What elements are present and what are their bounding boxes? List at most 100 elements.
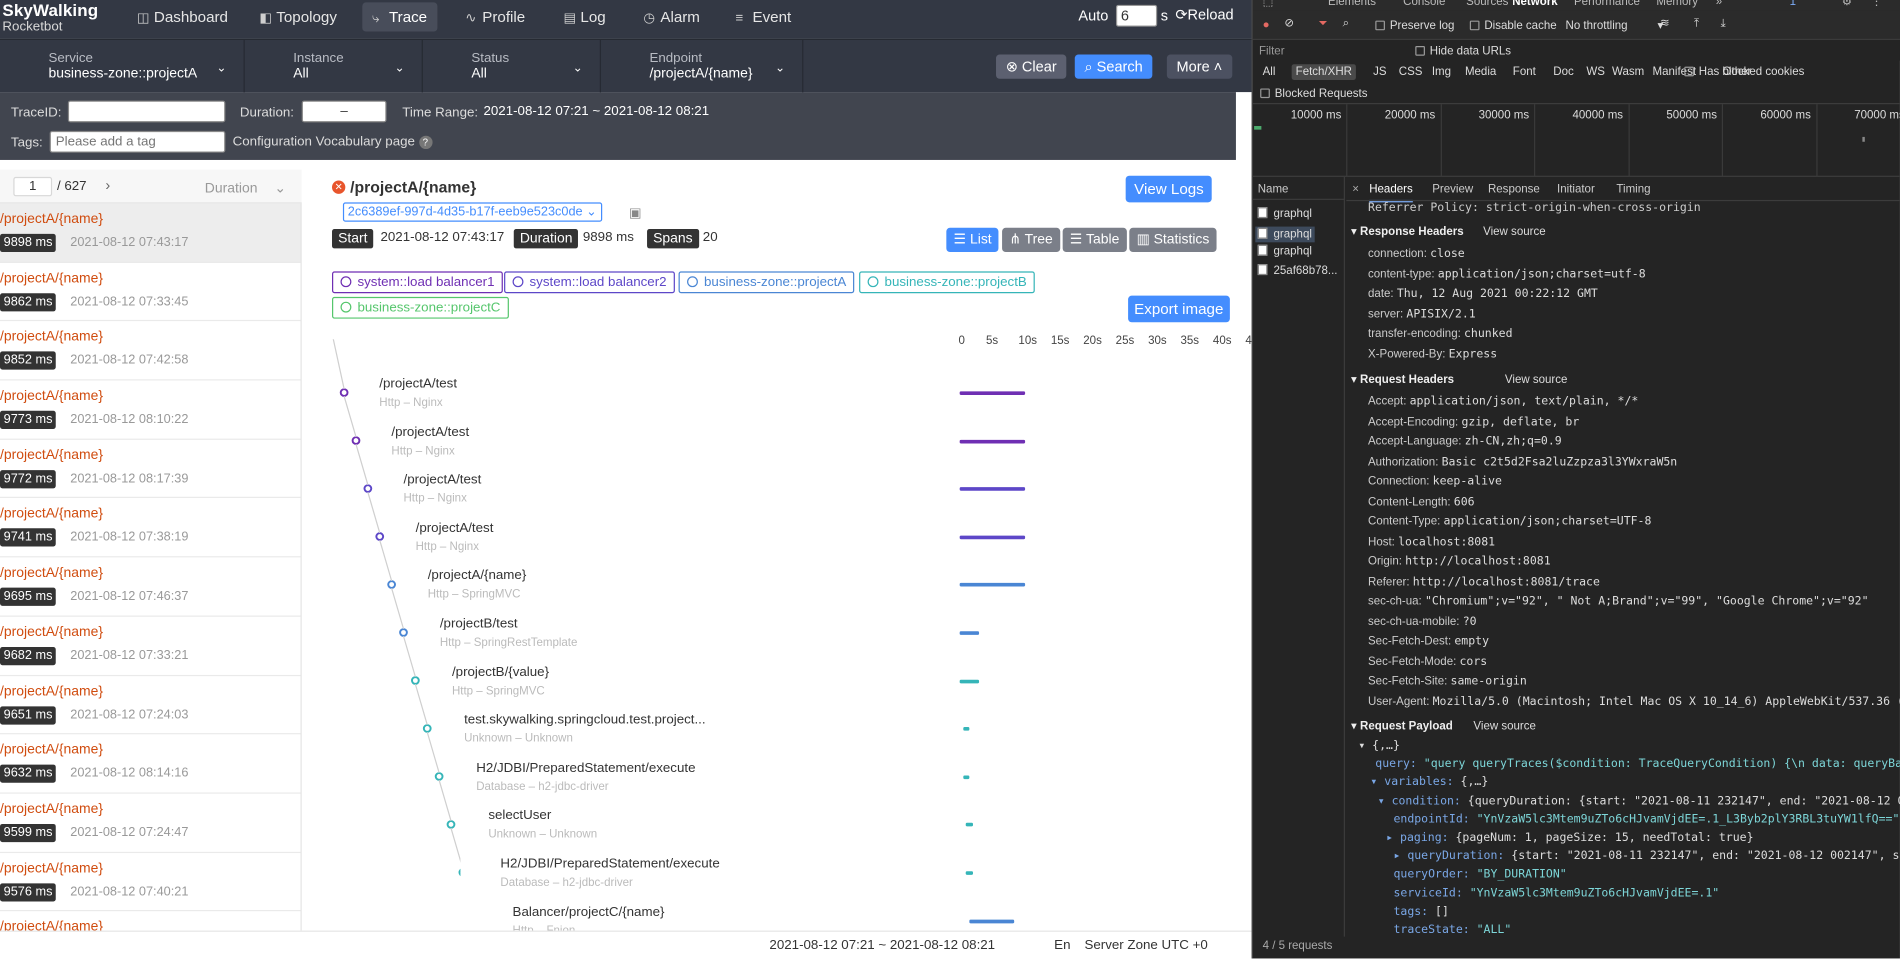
- trace-list-item[interactable]: /projectA/{name} 9576 ms 2021-08-12 07:40:…: [0, 853, 301, 912]
- trace-list-item[interactable]: /projectA/{name} 9773 ms 2021-08-12 08:10:…: [0, 381, 301, 440]
- resource-type-media[interactable]: Media: [1461, 64, 1500, 80]
- tab-network[interactable]: Network: [1512, 0, 1557, 8]
- upload-icon[interactable]: ⤒: [1694, 17, 1699, 30]
- span-duration-bar[interactable]: [959, 535, 1025, 539]
- payload-line[interactable]: traceState: "ALL": [1393, 923, 1511, 936]
- service-legend-item[interactable]: business-zone::projectB: [859, 271, 1036, 294]
- service-legend-item[interactable]: system::load balancer1: [332, 271, 504, 294]
- clear-icon[interactable]: ⊘: [1284, 17, 1294, 30]
- download-icon[interactable]: ⤓: [1721, 17, 1726, 30]
- message-badge[interactable]: 1: [1790, 0, 1796, 8]
- preserve-log-checkbox[interactable]: Preserve log: [1375, 19, 1454, 33]
- detail-tab-initiator[interactable]: Initiator: [1557, 183, 1595, 196]
- span-duration-bar[interactable]: [959, 631, 980, 635]
- trace-list-item[interactable]: /projectA/{name} 9898 ms 2021-08-12 07:43:…: [0, 203, 301, 263]
- view-source-link[interactable]: View source: [1473, 720, 1535, 733]
- next-page-icon[interactable]: ›: [105, 177, 110, 194]
- resource-type-wasm[interactable]: Wasm: [1608, 64, 1647, 80]
- tab-sources[interactable]: Sources: [1466, 0, 1508, 8]
- trace-list-item[interactable]: /projectA/{name} 9651 ms 2021-08-12 07:24:…: [0, 676, 301, 735]
- language-toggle[interactable]: En: [1054, 938, 1070, 953]
- record-icon[interactable]: ●: [1263, 18, 1270, 31]
- tags-input[interactable]: [49, 130, 226, 153]
- payload-line[interactable]: ▾ condition: {queryDuration: {start: "20…: [1378, 794, 1900, 807]
- payload-line[interactable]: query: "query queryTraces($condition: Tr…: [1375, 758, 1900, 771]
- tab-memory[interactable]: Memory: [1656, 0, 1698, 8]
- payload-line[interactable]: endpointId: "YnVzaW5lc3Mtem9uZTo6cHJvamV…: [1393, 813, 1899, 826]
- clear-button[interactable]: ⊗ Clear: [996, 54, 1067, 79]
- filter-icon[interactable]: ⏷: [1318, 17, 1327, 30]
- view-tree-button[interactable]: ⋔ Tree: [1002, 227, 1061, 253]
- payload-line[interactable]: serviceId: "YnVzaW5lc3Mtem9uZTo6cHJvamVj…: [1393, 886, 1719, 899]
- search-icon[interactable]: ⌕: [1343, 17, 1349, 30]
- span-name[interactable]: /projectA/test: [379, 377, 457, 392]
- trace-list-item[interactable]: /projectA/{name} 9682 ms 2021-08-12 07:33:…: [0, 617, 301, 676]
- configuration-vocabulary-link[interactable]: Configuration Vocabulary page ?: [233, 134, 432, 150]
- payload-line[interactable]: tags: []: [1393, 905, 1448, 918]
- throttling-select[interactable]: No throttling ▾: [1566, 19, 1664, 32]
- span-name[interactable]: selectUser: [488, 809, 551, 824]
- detail-tab-timing[interactable]: Timing: [1616, 183, 1650, 196]
- span-duration-bar[interactable]: [962, 775, 970, 779]
- resource-type-doc[interactable]: Doc: [1550, 64, 1578, 80]
- tab-console[interactable]: Console: [1403, 0, 1445, 8]
- tab-performance[interactable]: Performance: [1574, 0, 1640, 8]
- span-name[interactable]: Balancer/projectC/{name}: [513, 905, 665, 920]
- trace-list-item[interactable]: /projectA/{name}: [0, 912, 301, 931]
- trace-list-item[interactable]: /projectA/{name} 9741 ms 2021-08-12 07:38:…: [0, 499, 301, 558]
- span-name[interactable]: H2/JDBI/PreparedStatement/execute: [500, 857, 719, 872]
- resource-type-img[interactable]: Img: [1428, 64, 1454, 80]
- response-headers-section[interactable]: ▾ Response Headers: [1351, 225, 1464, 238]
- service-legend-item[interactable]: business-zone::projectC: [332, 296, 509, 319]
- span-duration-bar[interactable]: [959, 487, 1025, 491]
- search-button[interactable]: ⌕ Search: [1074, 54, 1153, 79]
- status-select[interactable]: Status All ⌄: [423, 39, 602, 94]
- service-select[interactable]: Service business-zone::projectA ⌄: [0, 39, 245, 94]
- resource-type-font[interactable]: Font: [1509, 64, 1539, 80]
- payload-line[interactable]: ▸ paging: {pageNum: 1, pageSize: 15, nee…: [1386, 831, 1753, 844]
- tab-elements[interactable]: Elements: [1328, 0, 1376, 8]
- span-duration-bar[interactable]: [966, 871, 973, 875]
- settings-icon[interactable]: ⚙: [1842, 0, 1852, 8]
- traceid-input[interactable]: [67, 100, 226, 123]
- close-detail-icon[interactable]: ×: [1352, 183, 1359, 196]
- request-payload-section[interactable]: ▾ Request Payload: [1351, 720, 1453, 733]
- payload-line[interactable]: ▾ variables: {,…}: [1370, 776, 1488, 789]
- instance-select[interactable]: Instance All ⌄: [245, 39, 423, 94]
- span-name[interactable]: /projectA/test: [416, 521, 494, 536]
- trace-list-item[interactable]: /projectA/{name} 9632 ms 2021-08-12 08:14:…: [0, 735, 301, 794]
- span-duration-bar[interactable]: [969, 919, 1015, 923]
- span-duration-bar[interactable]: [959, 439, 1025, 443]
- request-headers-section[interactable]: ▾ Request Headers: [1351, 373, 1454, 386]
- trace-list-item[interactable]: /projectA/{name} 9852 ms 2021-08-12 07:42:…: [0, 322, 301, 381]
- detail-tab-preview[interactable]: Preview: [1432, 183, 1473, 196]
- span-name[interactable]: /projectB/{value}: [452, 665, 549, 680]
- request-row[interactable]: 25af68b78...: [1257, 263, 1338, 277]
- nav-item-log[interactable]: ▤ Log: [554, 2, 616, 31]
- trace-list-item[interactable]: /projectA/{name} 9695 ms 2021-08-12 07:46:…: [0, 558, 301, 617]
- hide-data-urls-checkbox[interactable]: Hide data URLs: [1415, 45, 1511, 58]
- span-duration-bar[interactable]: [962, 727, 970, 731]
- view-list-button[interactable]: ☰ List: [946, 227, 999, 253]
- span-name[interactable]: /projectA/test: [391, 425, 469, 440]
- service-legend-item[interactable]: system::load balancer2: [504, 271, 676, 294]
- nav-item-topology[interactable]: ◧ Topology: [250, 2, 347, 31]
- view-source-link[interactable]: View source: [1483, 225, 1545, 238]
- name-column-header[interactable]: Name: [1258, 183, 1289, 196]
- resource-type-css[interactable]: CSS: [1395, 64, 1426, 80]
- time-range-value[interactable]: 2021-08-12 07:21 ~ 2021-08-12 08:21: [483, 104, 709, 119]
- span-duration-bar[interactable]: [959, 391, 1025, 396]
- span-name[interactable]: test.skywalking.springcloud.test.project…: [464, 713, 706, 728]
- nav-item-dashboard[interactable]: ◫ Dashboard: [127, 2, 237, 31]
- span-duration-bar[interactable]: [959, 583, 1025, 587]
- view-table-button[interactable]: ☰ Table: [1062, 227, 1127, 253]
- detail-tab-response[interactable]: Response: [1488, 183, 1540, 196]
- page-number-input[interactable]: 1: [13, 176, 53, 197]
- export-image-button[interactable]: Export image: [1128, 295, 1230, 323]
- more-options-icon[interactable]: ⋮: [1871, 0, 1883, 8]
- span-duration-bar[interactable]: [966, 823, 973, 827]
- request-row[interactable]: graphql: [1257, 207, 1312, 221]
- resource-type-js[interactable]: JS: [1369, 64, 1390, 80]
- span-name[interactable]: /projectB/test: [440, 617, 518, 632]
- sort-select[interactable]: Duration ⌄: [205, 179, 286, 197]
